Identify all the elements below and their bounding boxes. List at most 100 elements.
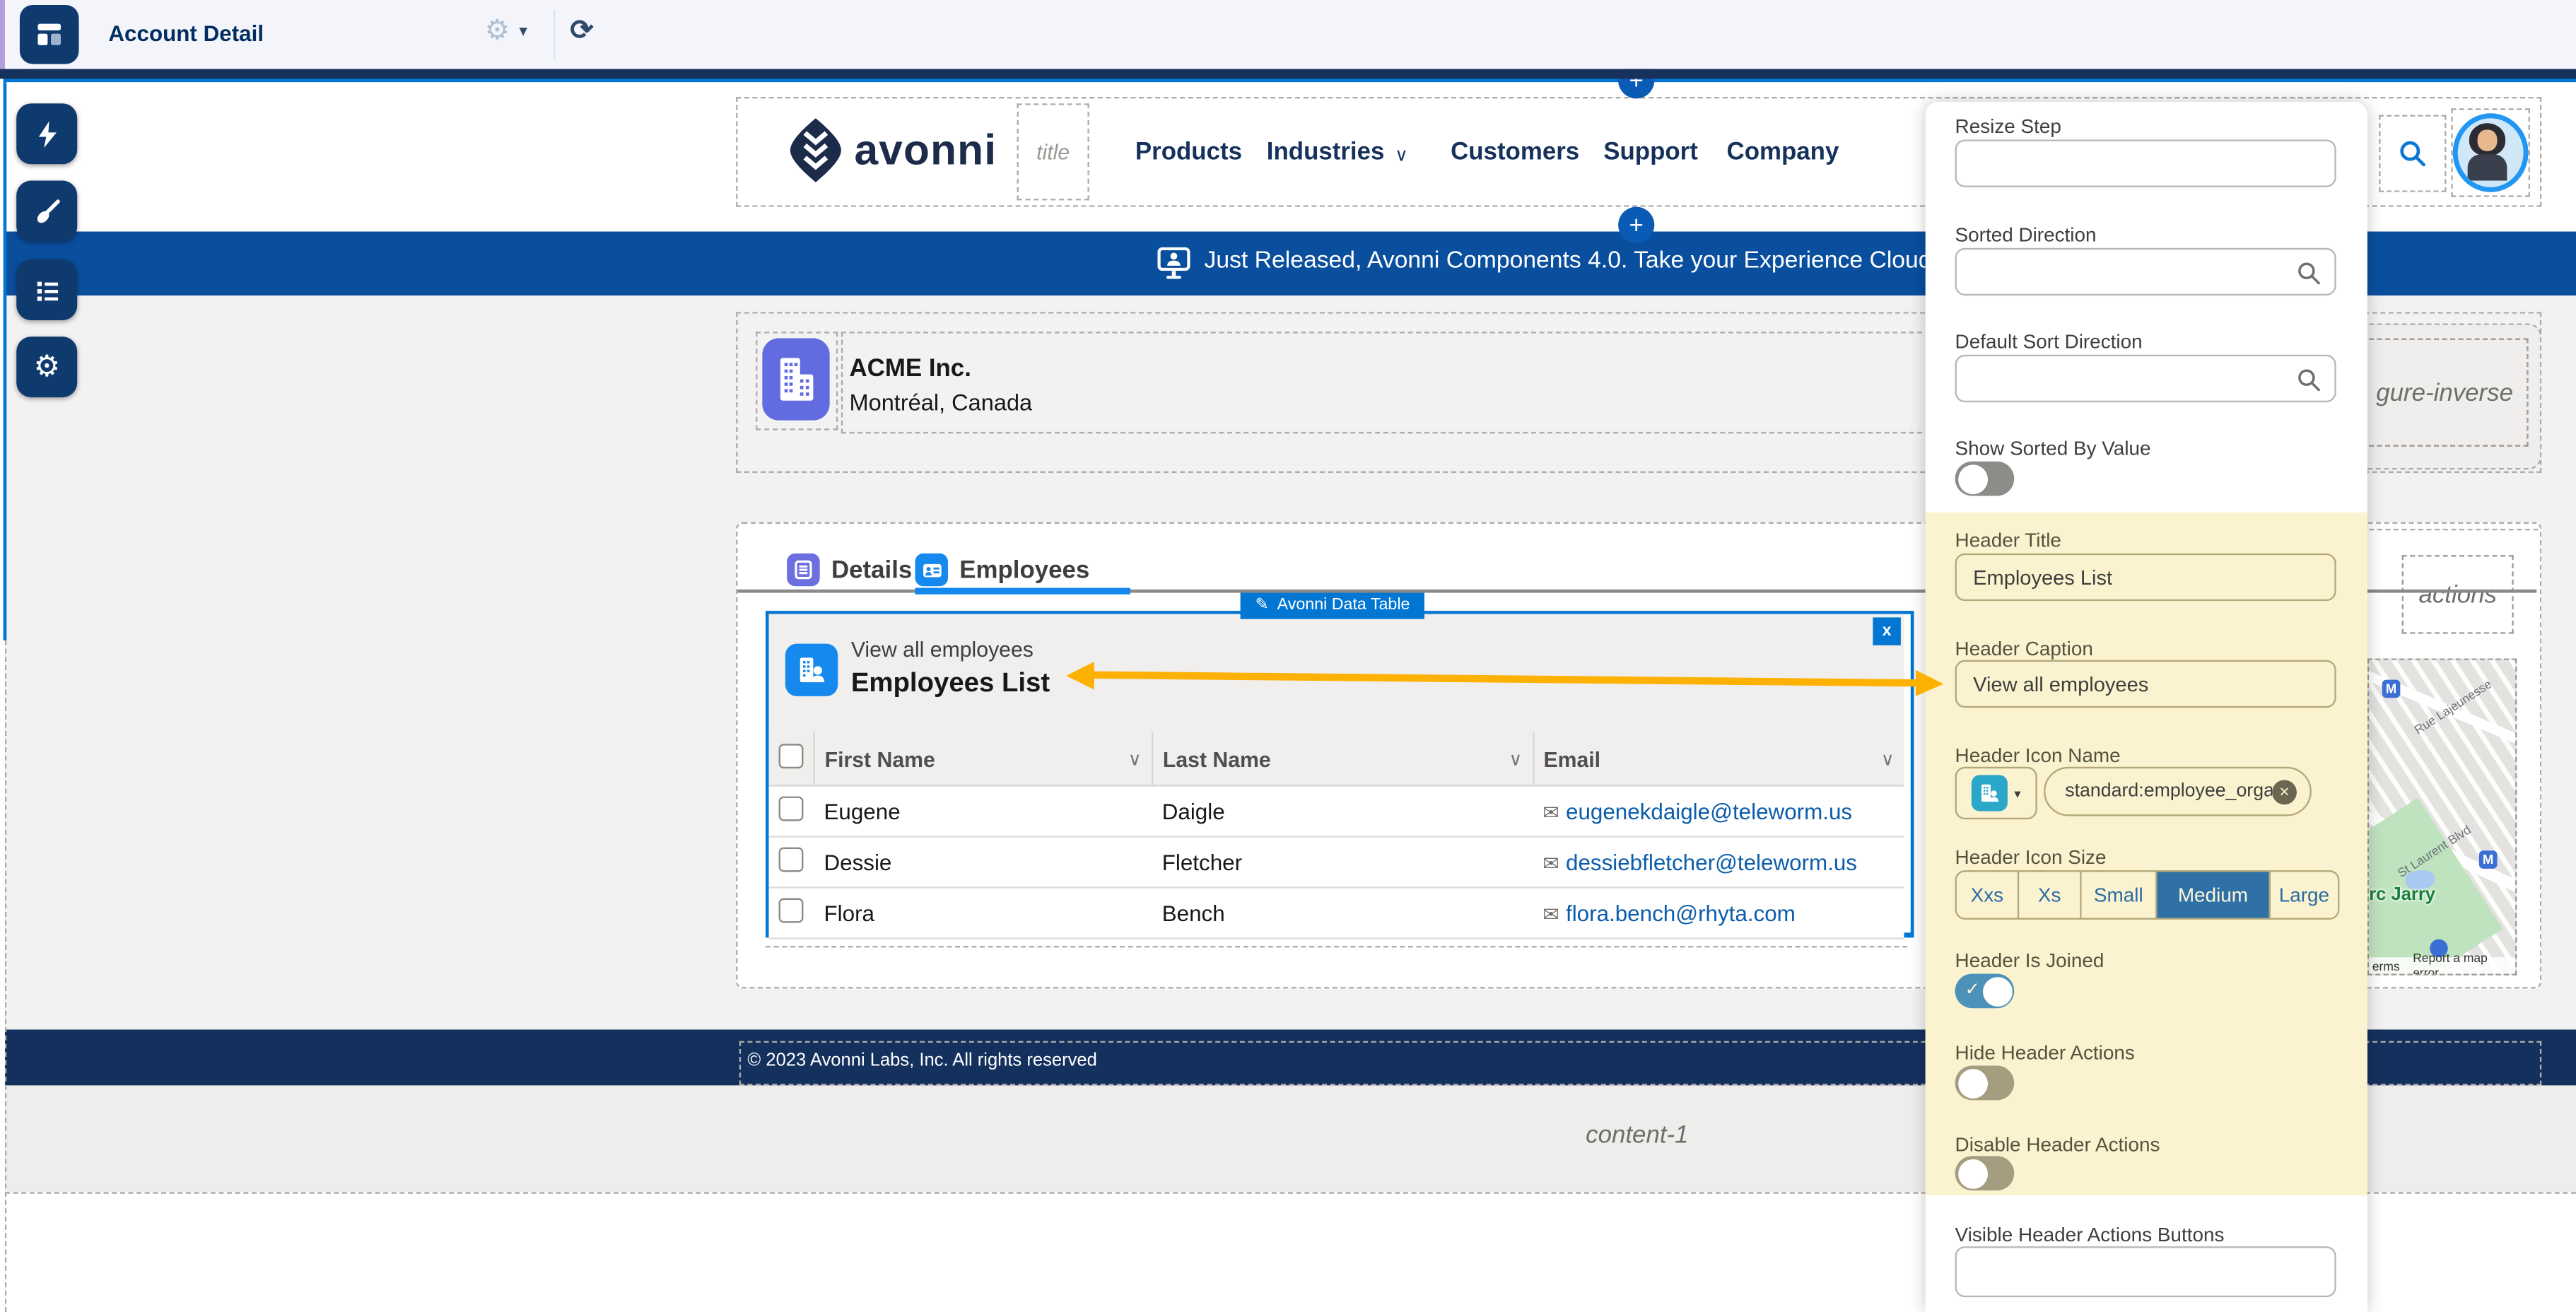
header-caption-label: Header Caption bbox=[1955, 637, 2093, 660]
component-tag[interactable]: ✎ Avonni Data Table bbox=[1241, 591, 1425, 619]
table-row: Dessie Fletcher ✉dessiebfletcher@telewor… bbox=[769, 837, 1904, 888]
deselect-button[interactable]: x bbox=[1873, 617, 1901, 645]
disable-header-actions-toggle[interactable] bbox=[1955, 1156, 2015, 1190]
tab-employees[interactable]: Employees bbox=[915, 554, 1089, 586]
size-small-button[interactable]: Small bbox=[2082, 872, 2158, 918]
nav-customers[interactable]: Customers bbox=[1451, 138, 1579, 165]
table-row: Eugene Daigle ✉eugenekdaigle@teleworm.us bbox=[769, 786, 1904, 837]
add-section-button-announcement[interactable]: + bbox=[1618, 207, 1654, 243]
footer-copyright: © 2023 Avonni Labs, Inc. All rights rese… bbox=[747, 1051, 1096, 1071]
header-icon-size-group: Xxs Xs Small Medium Large bbox=[1955, 870, 2340, 920]
nav-products[interactable]: Products bbox=[1135, 138, 1242, 165]
header-title-label: Header Title bbox=[1955, 529, 2061, 552]
clear-icon[interactable]: ✕ bbox=[2272, 779, 2297, 804]
visible-header-actions-buttons-label: Visible Header Actions Buttons bbox=[1955, 1224, 2225, 1247]
chevron-down-icon[interactable]: ∨ bbox=[1881, 748, 1895, 769]
envelope-icon: ✉ bbox=[1542, 851, 1559, 874]
visible-header-actions-buttons-input[interactable] bbox=[1955, 1246, 2336, 1297]
chevron-down-icon[interactable]: ∨ bbox=[1128, 748, 1142, 769]
actions-placeholder[interactable]: actions bbox=[2402, 555, 2514, 633]
layout-icon bbox=[33, 18, 65, 51]
header-is-joined-toggle[interactable]: ✓ bbox=[1955, 973, 2015, 1008]
size-xxs-button[interactable]: Xxs bbox=[1957, 872, 2019, 918]
header-caption-input[interactable]: View all employees bbox=[1955, 660, 2336, 708]
page-structure-button[interactable] bbox=[20, 5, 79, 64]
page-title: Account Detail bbox=[108, 21, 264, 46]
select-all-checkbox[interactable] bbox=[779, 744, 804, 768]
experience-builder: Account Detail ⚙ ▾ ⟳ + + ⚙ bbox=[0, 0, 2576, 1312]
tab-details[interactable]: Details bbox=[787, 554, 912, 586]
title-placeholder[interactable]: title bbox=[1017, 103, 1089, 200]
column-label: First Name bbox=[825, 746, 935, 771]
table-header-row: First Name ∨ Last Name ∨ Email ∨ bbox=[769, 732, 1904, 785]
lightning-icon bbox=[32, 119, 62, 148]
email-link[interactable]: flora.bench@rhyta.com bbox=[1566, 901, 1796, 925]
map-attribution: erms Report a map error bbox=[2369, 957, 2515, 973]
email-link[interactable]: dessiebfletcher@teleworm.us bbox=[1566, 850, 1857, 874]
canvas-frame-left-dashed bbox=[5, 640, 6, 1312]
report-map-error-link[interactable]: Report a map error bbox=[2413, 951, 2515, 976]
metro-badge[interactable]: M bbox=[2382, 680, 2401, 698]
quick-actions-button[interactable] bbox=[16, 103, 77, 164]
announcement-text: Just Released, Avonni Components 4.0. Ta… bbox=[1204, 248, 1927, 274]
show-sorted-by-value-toggle[interactable] bbox=[1955, 462, 2015, 496]
nav-industries[interactable]: Industries bbox=[1267, 138, 1385, 165]
datatable-header-icon bbox=[785, 644, 838, 696]
header-icon-name-pill[interactable]: standard:employee_orga ✕ bbox=[2044, 767, 2312, 816]
map-region[interactable]: Rue Lajeunesse St Laurent Blvd rc Jarry … bbox=[2367, 658, 2517, 975]
map-terms-link[interactable]: erms bbox=[2372, 958, 2400, 973]
header-is-joined-label: Header Is Joined bbox=[1955, 949, 2104, 973]
page-settings-gear-icon[interactable]: ⚙ bbox=[485, 15, 510, 47]
header-icon-picker-button[interactable]: ▾ bbox=[1955, 767, 2037, 819]
resize-step-input[interactable] bbox=[1955, 139, 2336, 187]
sorted-direction-input[interactable] bbox=[1955, 248, 2336, 295]
column-email[interactable]: Email ∨ bbox=[1533, 732, 1904, 785]
resize-step-label: Resize Step bbox=[1955, 115, 2061, 139]
data-table: First Name ∨ Last Name ∨ Email ∨ Eugene … bbox=[769, 732, 1904, 939]
size-large-button[interactable]: Large bbox=[2271, 872, 2338, 918]
column-label: Last Name bbox=[1163, 746, 1271, 771]
chevron-down-icon[interactable]: ∨ bbox=[1509, 748, 1523, 769]
nav-industries-caret-icon[interactable]: ∨ bbox=[1395, 144, 1408, 165]
user-menu[interactable] bbox=[2451, 108, 2530, 197]
employee-org-icon bbox=[1972, 775, 2008, 811]
datatable-title: Employees List bbox=[851, 668, 1050, 699]
hide-header-actions-label: Hide Header Actions bbox=[1955, 1041, 2135, 1065]
window-edge bbox=[0, 0, 5, 69]
row-checkbox[interactable] bbox=[779, 797, 804, 821]
cell-last-name: Daigle bbox=[1152, 786, 1533, 837]
nav-support[interactable]: Support bbox=[1603, 138, 1698, 165]
site-search-button[interactable] bbox=[2379, 115, 2446, 192]
gear-icon: ⚙ bbox=[33, 350, 60, 385]
refresh-icon[interactable]: ⟳ bbox=[570, 15, 593, 47]
email-link[interactable]: eugenekdaigle@teleworm.us bbox=[1566, 799, 1852, 824]
header-icon-size-label: Header Icon Size bbox=[1955, 845, 2107, 869]
hide-header-actions-toggle[interactable] bbox=[1955, 1066, 2015, 1101]
column-last-name[interactable]: Last Name ∨ bbox=[1152, 732, 1533, 785]
tab-employees-label: Employees bbox=[959, 556, 1089, 583]
datatable-caption: View all employees bbox=[851, 637, 1034, 662]
column-first-name[interactable]: First Name ∨ bbox=[814, 732, 1152, 785]
nav-company[interactable]: Company bbox=[1727, 138, 1839, 165]
header-title-value: Employees List bbox=[1973, 566, 2112, 589]
settings-button[interactable]: ⚙ bbox=[16, 336, 77, 397]
theme-button[interactable] bbox=[16, 181, 77, 242]
row-checkbox[interactable] bbox=[779, 848, 804, 872]
card-top-outline bbox=[2353, 529, 2539, 530]
page-settings-caret-icon[interactable]: ▾ bbox=[519, 23, 527, 42]
cell-last-name: Fletcher bbox=[1152, 837, 1533, 888]
header-title-input[interactable]: Employees List bbox=[1955, 554, 2336, 601]
site-logo[interactable]: avonni bbox=[790, 118, 997, 182]
search-icon bbox=[2297, 261, 2322, 291]
row-checkbox[interactable] bbox=[779, 898, 804, 923]
size-xs-button[interactable]: Xs bbox=[2019, 872, 2081, 918]
default-sort-direction-input[interactable] bbox=[1955, 355, 2336, 402]
metro-badge[interactable]: M bbox=[2479, 850, 2498, 869]
announcement-icon bbox=[1157, 246, 1191, 287]
property-panel: Resize Step Sorted Direction Default Sor… bbox=[1926, 102, 2367, 1312]
account-icon[interactable] bbox=[762, 339, 829, 421]
size-medium-button[interactable]: Medium bbox=[2157, 872, 2270, 918]
components-list-button[interactable] bbox=[16, 259, 77, 320]
component-bottom-outline bbox=[766, 946, 1907, 947]
figure-inverse-placeholder[interactable]: gure-inverse bbox=[2361, 339, 2529, 447]
